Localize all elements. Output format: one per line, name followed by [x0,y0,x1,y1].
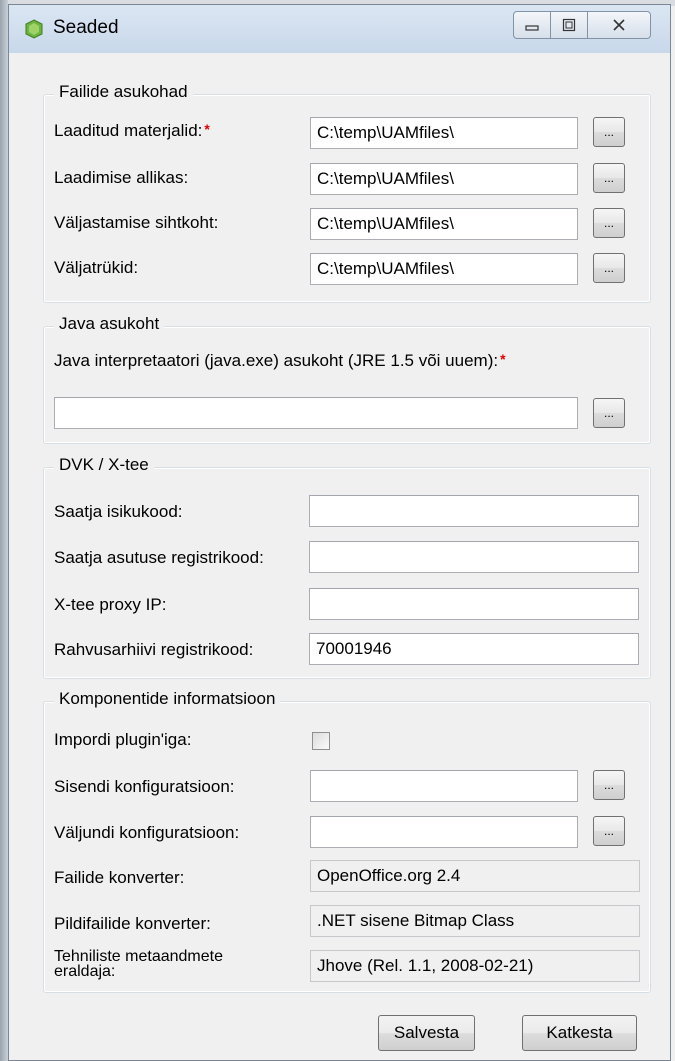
image-converter-label: Pildifailide konverter: [54,914,211,933]
loaded-materials-label: Laaditud materjalid: * [54,121,210,140]
minimize-button[interactable] [513,11,551,39]
dvk-xtee-group: DVK / X-tee Saatja isikukood: Saatja asu… [43,455,651,679]
cancel-button[interactable]: Katkesta [522,1015,637,1051]
close-button[interactable] [587,11,651,39]
file-converter-label: Failide konverter: [54,868,185,887]
maximize-icon [562,18,576,32]
dialog-body: Failide asukohad Laaditud materjalid:* .… [9,53,670,1060]
load-source-label: Laadimise allikas: [54,168,189,187]
app-icon [25,19,43,39]
close-icon [613,19,625,31]
group-title: Komponentide informatsioon [54,689,281,709]
java-path-input[interactable] [54,397,578,429]
title-bar[interactable]: Seaded [9,5,670,54]
xtee-proxy-ip-label: X-tee proxy IP: [54,595,167,614]
national-archive-code-input[interactable] [309,633,639,665]
group-title: Failide asukohad [54,82,193,102]
save-button[interactable]: Salvesta [378,1015,475,1051]
loaded-materials-input[interactable] [310,117,578,149]
browse-input-config-button[interactable]: ... [593,770,625,800]
import-plugin-label: Impordi plugin'iga: [54,730,192,749]
java-path-label: Java interpretaatori (java.exe) asukoht … [54,351,506,370]
input-config-input[interactable] [310,770,578,802]
window-title: Seaded [53,17,119,38]
browse-loaded-materials-button[interactable]: ... [593,117,625,147]
input-config-label: Sisendi konfiguratsioon: [54,777,235,796]
group-title: DVK / X-tee [54,455,154,475]
required-marker: * [204,121,210,137]
sender-personal-code-input[interactable] [309,495,639,527]
image-converter-field [310,905,640,937]
required-marker: * [500,351,506,367]
java-location-group: Java asukoht Java interpretaatori (java.… [43,314,651,444]
printouts-label: Väljatrükid: [54,258,139,277]
load-source-input[interactable] [310,163,578,195]
browse-output-config-button[interactable]: ... [593,816,625,846]
browse-output-destination-button[interactable]: ... [593,208,625,238]
sender-org-code-input[interactable] [309,541,639,573]
browse-printouts-button[interactable]: ... [593,253,625,283]
sender-personal-code-label: Saatja isikukood: [54,502,183,521]
components-info-group: Komponentide informatsioon Impordi plugi… [43,689,651,993]
maximize-button[interactable] [550,11,588,39]
output-destination-label: Väljastamise sihtkoht: [54,213,219,232]
import-plugin-checkbox[interactable] [312,732,330,750]
output-config-input[interactable] [310,816,578,848]
group-title: Java asukoht [54,314,165,334]
file-converter-field [310,860,640,892]
sender-org-code-label: Saatja asutuse registrikood: [54,548,264,567]
minimize-icon [525,25,539,31]
metadata-extractor-field [310,950,640,982]
browse-java-button[interactable]: ... [593,398,625,428]
national-archive-code-label: Rahvusarhiivi registrikood: [54,640,254,659]
output-config-label: Väljundi konfiguratsioon: [54,823,240,842]
settings-dialog: Seaded Failide asukohad Laaditud materja… [8,4,671,1061]
metadata-extractor-label: Tehniliste metaandmete eraldaja: [54,948,223,980]
browse-load-source-button[interactable]: ... [593,163,625,193]
desktop-edge [0,0,8,1061]
file-locations-group: Failide asukohad Laaditud materjalid:* .… [43,82,651,303]
printouts-input[interactable] [310,253,578,285]
xtee-proxy-ip-input[interactable] [309,588,639,620]
output-destination-input[interactable] [310,208,578,240]
